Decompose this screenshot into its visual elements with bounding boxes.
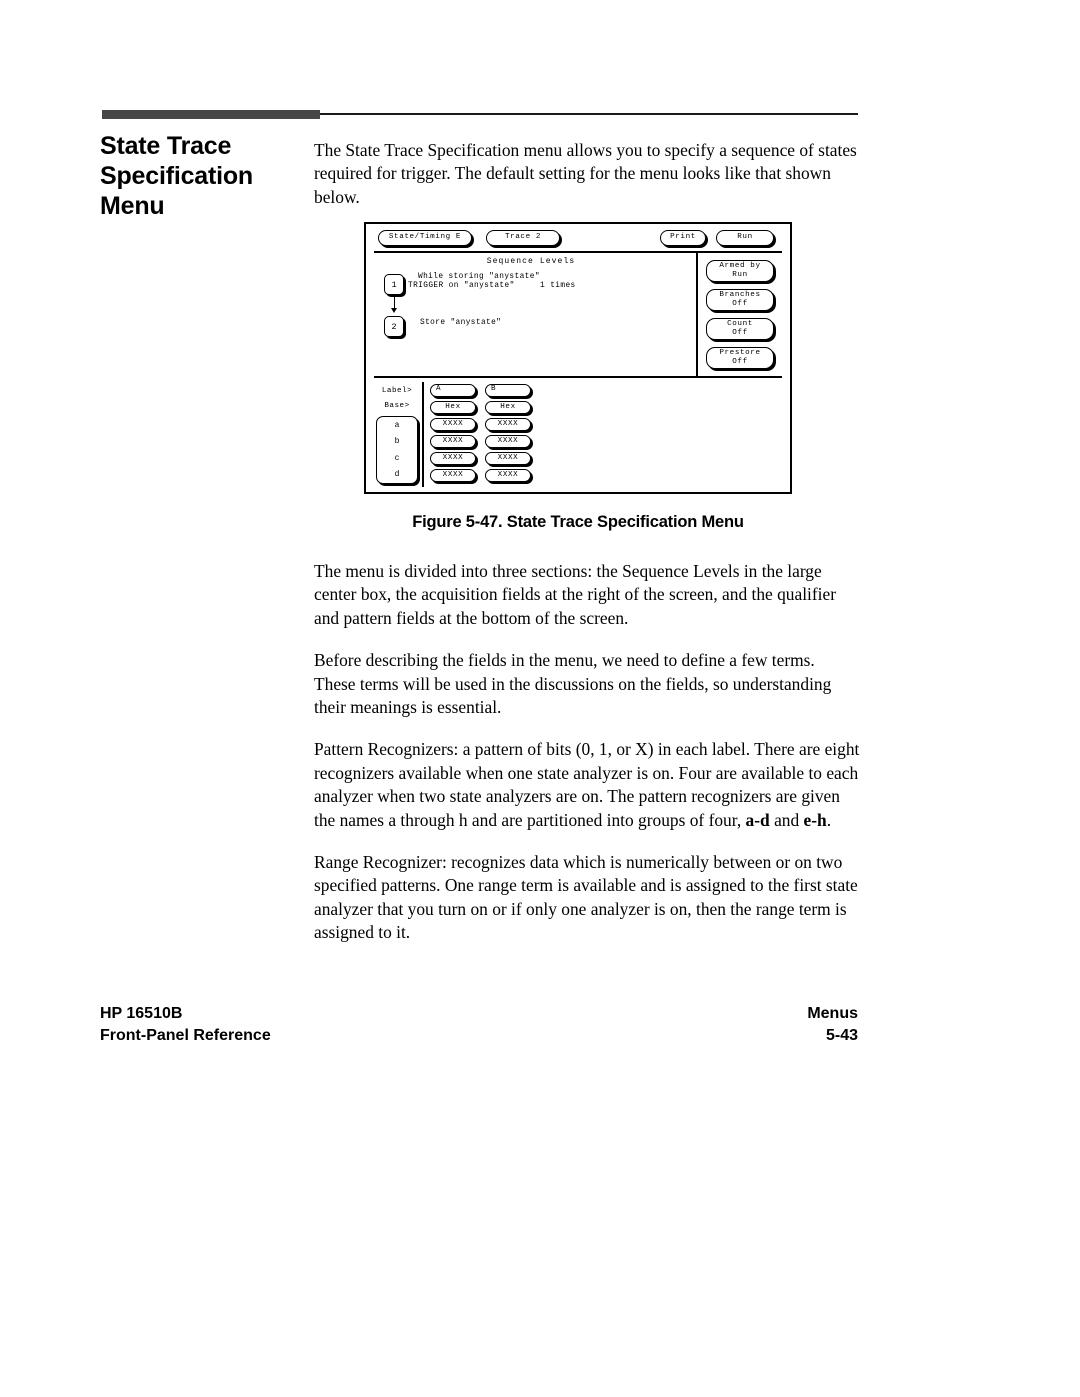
base-field-b-value: Hex xyxy=(500,402,516,411)
label-field-a[interactable]: A xyxy=(430,384,476,397)
print-label: Print xyxy=(670,233,696,242)
pattern-field-a-d-value: XXXX xyxy=(442,470,464,479)
document-page: State Trace Specification Menu The State… xyxy=(0,0,1080,1397)
menu-select-label: Trace 2 xyxy=(504,233,542,242)
label-row-header: Label> xyxy=(381,387,413,395)
section-title-line-1: State Trace xyxy=(100,132,232,160)
pattern-term-d: d xyxy=(394,470,400,480)
sequence-level-2-number: 2 xyxy=(391,321,397,332)
pattern-field-a-b-value: XXXX xyxy=(442,436,464,445)
pattern-field-b-a-value: XXXX xyxy=(497,419,519,428)
base-field-b[interactable]: Hex xyxy=(485,401,531,414)
footer-row-1: HP 16510B Menus xyxy=(100,1003,858,1025)
sequence-arrow-head xyxy=(391,308,397,313)
menu-select-button[interactable]: Trace 2 xyxy=(486,230,560,246)
label-field-b-value: B xyxy=(491,385,497,393)
footer-row-2: Front-Panel Reference 5-43 xyxy=(100,1025,858,1047)
paragraph-sections: The menu is divided into three sections:… xyxy=(314,561,837,628)
pattern-field-b-c[interactable]: XXXX xyxy=(485,452,531,465)
header-rule-thin-segment xyxy=(320,113,858,115)
figure-state-trace-menu: State/Timing E Trace 2 Print Run Sequenc… xyxy=(364,222,796,494)
paragraph-terms: Before describing the fields in the menu… xyxy=(314,650,832,718)
machine-select-button[interactable]: State/Timing E xyxy=(378,230,472,246)
pattern-panel-vertical-separator xyxy=(422,382,424,487)
count-field[interactable]: Count Off xyxy=(706,318,774,340)
armed-by-label: Armed by xyxy=(719,261,761,270)
pattern-field-b-d[interactable]: XXXX xyxy=(485,469,531,482)
label-field-b[interactable]: B xyxy=(485,384,531,397)
section-title-line-3: Menu xyxy=(100,192,165,220)
sequence-level-1-number: 1 xyxy=(391,279,397,290)
run-label: Run xyxy=(737,233,753,242)
pattern-term-list[interactable]: a b c d xyxy=(376,416,418,484)
section-title: State Trace Specification Menu xyxy=(100,131,300,221)
sequence-level-2-line-1[interactable]: Store "anystate" xyxy=(420,319,501,329)
section-title-line-2: Specification xyxy=(100,162,253,190)
paragraph-pattern-recognizers: Pattern Recognizers: a pattern of bits (… xyxy=(314,738,860,832)
count-value: Off xyxy=(732,329,748,337)
run-button[interactable]: Run xyxy=(716,230,774,246)
base-field-a[interactable]: Hex xyxy=(430,401,476,414)
pattern-field-a-c[interactable]: XXXX xyxy=(430,452,476,465)
branches-value: Off xyxy=(732,300,748,308)
header-rule-thick-segment xyxy=(102,110,320,119)
pattern-field-b-a[interactable]: XXXX xyxy=(485,418,531,431)
footer-section-name: Menus xyxy=(807,1005,858,1022)
screen-topbar: State/Timing E Trace 2 Print Run xyxy=(366,224,790,252)
sequence-level-1-line-2[interactable]: TRIGGER on "anystate" 1 times xyxy=(408,282,576,292)
paragraph-intro: The State Trace Specification menu allow… xyxy=(314,140,857,207)
footer-page-number: 5-43 xyxy=(825,1027,858,1044)
branches-field[interactable]: Branches Off xyxy=(706,289,774,311)
header-rule xyxy=(102,110,858,119)
pattern-term-b: b xyxy=(394,437,400,447)
prestore-label: Prestore xyxy=(719,348,761,357)
pattern-field-a-a[interactable]: XXXX xyxy=(430,418,476,431)
pattern-row-headers: Label> Base> xyxy=(378,384,416,414)
paragraph-pattern-end: . xyxy=(826,809,832,830)
sequence-level-2-box[interactable]: 2 xyxy=(384,316,404,337)
pattern-field-b-b-value: XXXX xyxy=(497,436,519,445)
armed-by-field[interactable]: Armed by Run xyxy=(706,260,774,282)
pattern-term-a: a xyxy=(394,420,400,430)
base-field-a-value: Hex xyxy=(445,402,461,411)
pattern-field-a-a-value: XXXX xyxy=(442,419,464,428)
pattern-field-a-b[interactable]: XXXX xyxy=(430,435,476,448)
pattern-field-a-c-value: XXXX xyxy=(442,453,464,462)
armed-by-value: Run xyxy=(732,271,748,279)
body-text-block: The menu is divided into three sections:… xyxy=(314,560,860,945)
acquisition-panel-divider-vertical xyxy=(696,252,698,377)
machine-select-label: State/Timing E xyxy=(388,233,462,242)
prestore-value: Off xyxy=(732,358,748,366)
page-footer: HP 16510B Menus Front-Panel Reference 5-… xyxy=(100,1003,858,1047)
sequence-level-1-box[interactable]: 1 xyxy=(384,274,404,295)
print-button[interactable]: Print xyxy=(660,230,706,246)
branches-label: Branches xyxy=(719,290,761,299)
pattern-field-b-c-value: XXXX xyxy=(497,453,519,462)
sequence-levels-heading: Sequence Levels xyxy=(486,257,576,266)
pattern-panel-divider-horizontal xyxy=(374,376,696,378)
paragraph-range-recognizer: Range Recognizer: recognizes data which … xyxy=(314,852,858,943)
pattern-field-b-b[interactable]: XXXX xyxy=(485,435,531,448)
pattern-group-ad: a-d xyxy=(745,809,770,830)
figure-caption: Figure 5-47. State Trace Specification M… xyxy=(412,513,744,531)
topbar-divider xyxy=(374,251,782,253)
paragraph-pattern-mid: and xyxy=(769,809,804,830)
base-row-header: Base> xyxy=(384,402,410,410)
prestore-field[interactable]: Prestore Off xyxy=(706,347,774,369)
pattern-field-b-d-value: XXXX xyxy=(497,470,519,479)
intro-text-block: The State Trace Specification menu allow… xyxy=(314,139,860,209)
analyzer-screen: State/Timing E Trace 2 Print Run Sequenc… xyxy=(364,222,792,494)
pattern-group-eh: e-h xyxy=(803,809,827,830)
count-label: Count xyxy=(727,319,753,328)
footer-product-name: HP 16510B xyxy=(100,1005,183,1022)
pattern-field-a-d[interactable]: XXXX xyxy=(430,469,476,482)
footer-manual-name: Front-Panel Reference xyxy=(100,1027,271,1044)
label-field-a-value: A xyxy=(436,385,442,393)
acquisition-panel-divider-horizontal xyxy=(696,376,782,378)
pattern-term-c: c xyxy=(394,453,400,463)
